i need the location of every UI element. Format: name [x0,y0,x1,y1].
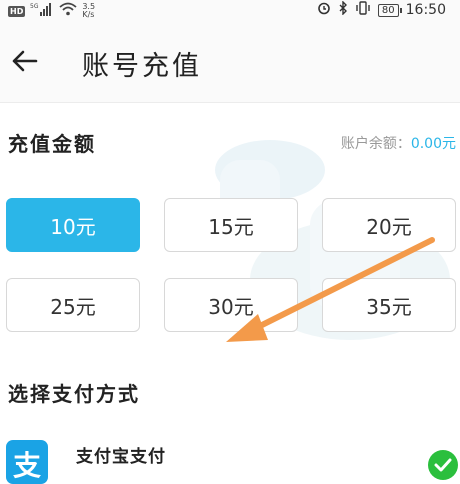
amount-option-10[interactable]: 10元 [6,198,140,252]
payment-method-label: 支付宝支付 [76,447,166,467]
amount-option-30[interactable]: 30元 [164,278,298,332]
signal-icon: 5G [30,2,54,20]
amount-option-20[interactable]: 20元 [322,198,456,252]
status-right: 80 16:50 [317,0,446,19]
page-title: 账号充值 [82,51,202,82]
network-speed: 3.5 K/s [82,3,95,19]
account-balance: 账户余额：0.00元 [341,133,456,153]
alipay-logo: 支 [6,440,48,484]
balance-value: 0.00元 [410,136,456,152]
app-header: 账号充值 [0,20,460,103]
status-left: HD 5G 3.5 K/s [8,2,95,20]
battery-indicator: 80 [377,3,402,17]
balance-label: 账户余额： [340,136,411,152]
amount-section-title: 充值金额 [8,132,96,156]
payment-method-alipay[interactable]: 支 支付宝支付 [0,428,460,484]
clock: 16:50 [405,2,446,18]
bluetooth-icon [338,0,348,19]
network-speed-unit: K/s [82,10,95,19]
hd-badge: HD [8,5,26,17]
payment-section-title: 选择支付方式 [8,382,140,406]
amount-option-15[interactable]: 15元 [164,198,298,252]
signal-type-label: 5G [30,3,39,10]
amount-option-35[interactable]: 35元 [322,278,456,332]
back-button[interactable] [8,44,42,78]
arrow-left-icon [12,50,38,72]
amount-option-25[interactable]: 25元 [6,278,140,332]
status-bar: HD 5G 3.5 K/s 80 16:50 [0,0,460,20]
check-circle-icon[interactable] [428,450,458,480]
alarm-icon [317,1,331,19]
vibrate-icon [355,1,371,19]
wifi-icon [59,2,77,20]
